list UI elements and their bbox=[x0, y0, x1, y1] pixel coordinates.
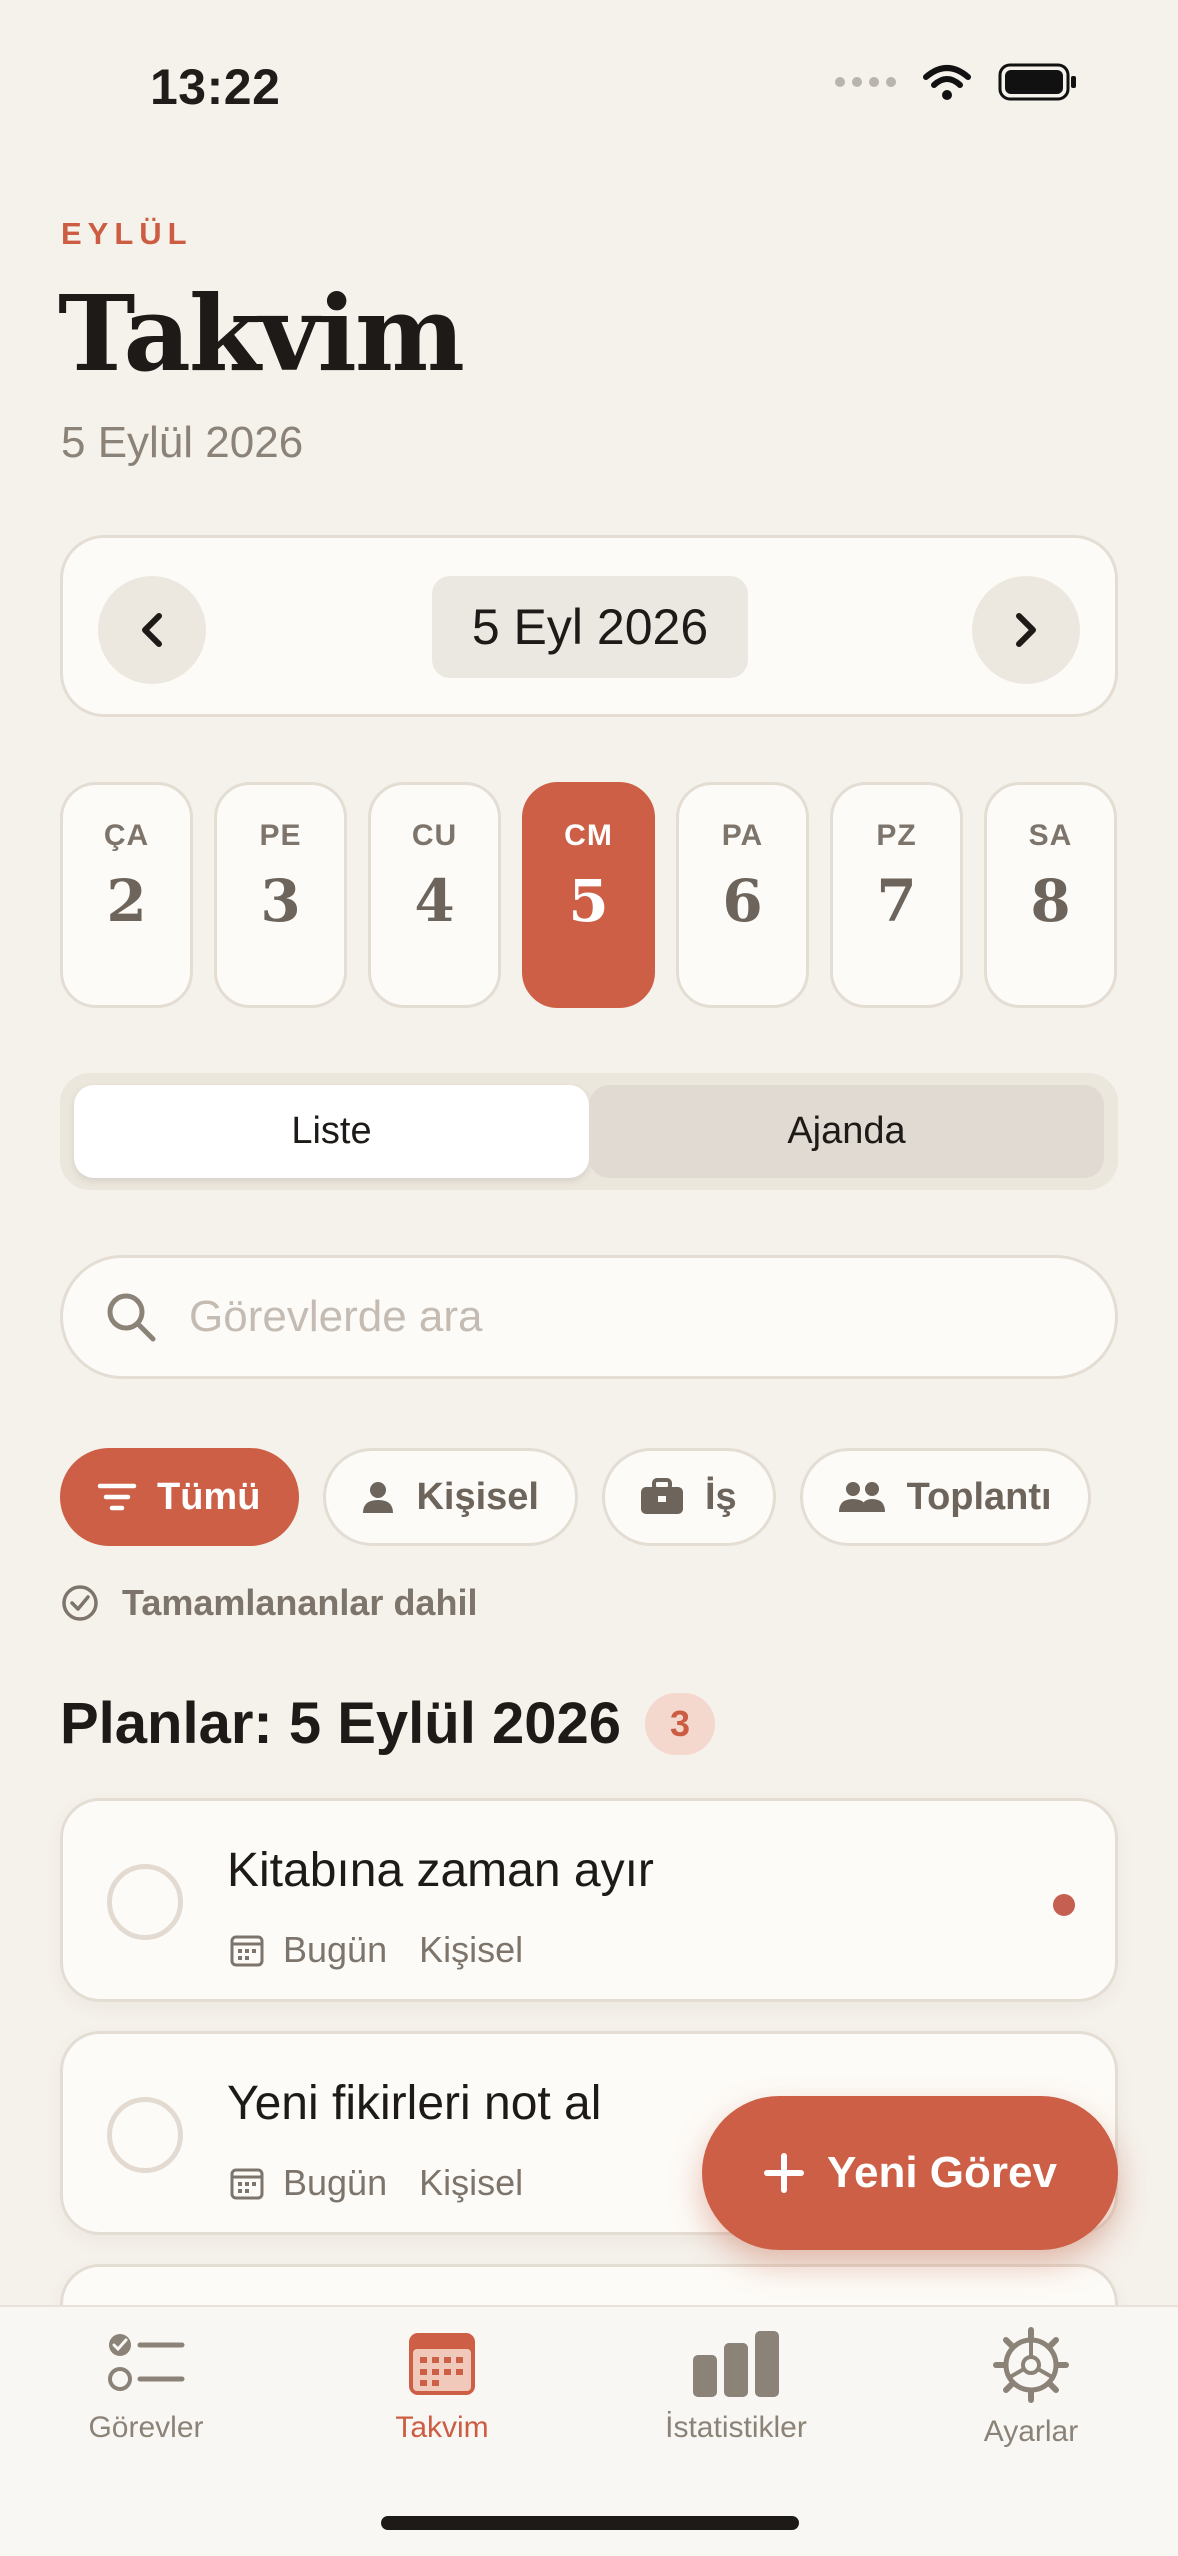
day-cell[interactable]: SA 8 bbox=[984, 782, 1117, 1008]
filter-chips: Tümü Kişisel İş Toplantı bbox=[60, 1448, 1091, 1546]
tab-settings[interactable]: Ayarlar bbox=[921, 2327, 1141, 2449]
task-meta: Bugün Kişisel bbox=[229, 1929, 523, 1971]
checklist-icon bbox=[108, 2334, 185, 2391]
bar-chart-icon bbox=[693, 2331, 779, 2397]
day-name: PE bbox=[259, 819, 302, 852]
tab-settings-label: Ayarlar bbox=[983, 2415, 1079, 2448]
view-mode-segment: Liste Ajanda bbox=[60, 1073, 1118, 1190]
day-number: 2 bbox=[106, 867, 147, 935]
briefcase-icon bbox=[640, 1478, 683, 1514]
filter-meeting-label: Toplantı bbox=[906, 1475, 1052, 1518]
home-indicator bbox=[381, 2516, 799, 2530]
day-number: 6 bbox=[722, 867, 763, 935]
filter-work-label: İş bbox=[704, 1475, 737, 1518]
date-navigator: 5 Eyl 2026 bbox=[60, 535, 1118, 717]
task-meta: Bugün Kişisel bbox=[229, 2162, 523, 2204]
current-date-picker[interactable]: 5 Eyl 2026 bbox=[432, 576, 748, 678]
new-task-button[interactable]: Yeni Görev bbox=[702, 2096, 1118, 2250]
tab-tasks-label: Görevler bbox=[88, 2411, 204, 2444]
section-header: Planlar: 5 Eylül 2026 3 bbox=[60, 1690, 715, 1757]
filter-personal-chip[interactable]: Kişisel bbox=[323, 1448, 578, 1546]
day-cell[interactable]: PA 6 bbox=[676, 782, 809, 1008]
filter-all-label: Tümü bbox=[157, 1475, 261, 1518]
search-icon bbox=[107, 1293, 156, 1342]
day-number: 8 bbox=[1030, 867, 1071, 935]
battery-icon bbox=[998, 63, 1076, 101]
task-checkbox[interactable] bbox=[107, 2097, 183, 2173]
day-cell[interactable]: PZ 7 bbox=[830, 782, 963, 1008]
person-icon bbox=[363, 1482, 394, 1513]
section-title: Planlar: 5 Eylül 2026 bbox=[60, 1691, 621, 1756]
week-strip: ÇA 2 PE 3 CU 4 CM 5 PA 6 PZ 7 SA 8 bbox=[60, 782, 1117, 1008]
filter-work-chip[interactable]: İş bbox=[601, 1448, 776, 1546]
day-name: SA bbox=[1028, 819, 1073, 852]
task-category: Kişisel bbox=[419, 2162, 524, 2203]
day-number: 3 bbox=[260, 867, 301, 935]
check-circle-icon bbox=[62, 1585, 98, 1621]
calendar-icon bbox=[409, 2333, 475, 2395]
filter-personal-label: Kişisel bbox=[416, 1475, 539, 1518]
segment-list[interactable]: Liste bbox=[74, 1085, 589, 1178]
month-eyebrow: EYLÜL bbox=[61, 216, 193, 251]
task-title: Kitabına zaman ayır bbox=[227, 1844, 654, 1897]
day-cell[interactable]: CU 4 bbox=[368, 782, 501, 1008]
day-cell[interactable]: PE 3 bbox=[214, 782, 347, 1008]
page-title: Takvim bbox=[58, 272, 465, 395]
previous-day-button[interactable] bbox=[98, 576, 206, 684]
status-time: 13:22 bbox=[150, 59, 281, 115]
priority-dot bbox=[1053, 1894, 1075, 1916]
plus-icon bbox=[764, 2153, 805, 2193]
day-name: CU bbox=[411, 819, 458, 852]
day-number: 7 bbox=[876, 867, 917, 935]
task-checkbox[interactable] bbox=[107, 1864, 183, 1940]
chevron-left-icon bbox=[142, 613, 162, 647]
status-icons bbox=[835, 62, 1078, 102]
segment-agenda[interactable]: Ajanda bbox=[589, 1085, 1104, 1178]
task-card[interactable]: Kitabına zaman ayır Bugün Kişisel bbox=[60, 1798, 1118, 2002]
next-day-button[interactable] bbox=[972, 576, 1080, 684]
day-name: CM bbox=[564, 819, 613, 852]
tab-tasks[interactable]: Görevler bbox=[36, 2327, 256, 2445]
tab-stats-label: İstatistikler bbox=[665, 2411, 807, 2444]
gear-icon bbox=[993, 2327, 1069, 2403]
task-date: Bugün bbox=[283, 2162, 388, 2203]
chevron-right-icon bbox=[1016, 613, 1036, 647]
calendar-icon bbox=[230, 1935, 264, 1967]
filter-meeting-chip[interactable]: Toplantı bbox=[799, 1448, 1091, 1546]
day-name: PA bbox=[721, 819, 764, 852]
people-icon bbox=[838, 1482, 885, 1512]
include-completed-toggle[interactable]: Tamamlananlar dahil bbox=[60, 1582, 477, 1624]
include-completed-label: Tamamlananlar dahil bbox=[122, 1582, 478, 1623]
search-bar bbox=[60, 1255, 1118, 1379]
task-title: Yeni fikirleri not al bbox=[227, 2077, 602, 2130]
page-subtitle: 5 Eylül 2026 bbox=[61, 418, 304, 467]
day-name: PZ bbox=[876, 819, 917, 852]
day-cell-selected[interactable]: CM 5 bbox=[522, 782, 655, 1008]
day-number: 4 bbox=[414, 867, 455, 935]
task-count-badge: 3 bbox=[644, 1692, 715, 1755]
day-cell[interactable]: ÇA 2 bbox=[60, 782, 193, 1008]
task-category: Kişisel bbox=[419, 1929, 524, 1970]
task-date: Bugün bbox=[283, 1929, 388, 1970]
signal-icon bbox=[835, 77, 896, 87]
search-input[interactable] bbox=[189, 1292, 1039, 1342]
tab-stats[interactable]: İstatistikler bbox=[626, 2327, 846, 2445]
wifi-icon bbox=[923, 65, 971, 100]
filter-lines-icon bbox=[97, 1483, 137, 1511]
day-number: 5 bbox=[568, 867, 609, 935]
calendar-icon bbox=[230, 2168, 264, 2200]
tab-calendar-label: Takvim bbox=[395, 2411, 489, 2444]
tab-calendar[interactable]: Takvim bbox=[332, 2327, 552, 2445]
new-task-label: Yeni Görev bbox=[827, 2148, 1057, 2197]
day-name: ÇA bbox=[103, 819, 150, 852]
filter-all-chip[interactable]: Tümü bbox=[60, 1448, 300, 1546]
